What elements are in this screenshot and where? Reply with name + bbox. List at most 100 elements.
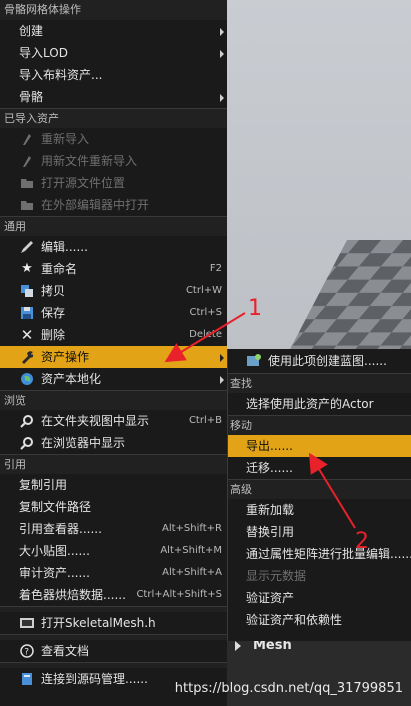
section-header: 查找 bbox=[228, 373, 411, 393]
menu-item-shader-cook-stats[interactable]: 着色器烘焙数据...... Ctrl+Alt+Shift+S bbox=[0, 584, 227, 606]
shortcut-label: Ctrl+Alt+Shift+S bbox=[136, 589, 222, 600]
menu-item-label: 保存 bbox=[41, 306, 66, 320]
shortcut-label: Alt+Shift+R bbox=[162, 523, 222, 534]
menu-item-create-blueprint[interactable]: 使用此项创建蓝图...... bbox=[228, 349, 411, 373]
menu-item-bulk-edit-property-matrix[interactable]: 通过属性矩阵进行批量编辑...... bbox=[228, 543, 411, 565]
menu-item-label: 导出...... bbox=[246, 439, 293, 453]
menu-item-open-source-location[interactable]: 打开源文件位置 bbox=[0, 172, 227, 194]
menu-item-rename[interactable]: ★ 重命名 F2 bbox=[0, 258, 227, 280]
shortcut-label: Ctrl+W bbox=[185, 285, 222, 296]
magnifier-icon bbox=[19, 413, 35, 429]
menu-item-label: 打开SkeletalMesh.h bbox=[41, 616, 156, 630]
menu-item-import-lod[interactable]: 导入LOD bbox=[0, 42, 227, 64]
menu-item-copy-reference[interactable]: 复制引用 bbox=[0, 474, 227, 496]
menu-item-label: 在浏览器中显示 bbox=[41, 436, 126, 450]
rename-icon: ★ bbox=[21, 261, 33, 276]
shortcut-label: Alt+Shift+M bbox=[160, 545, 222, 556]
menu-item-duplicate[interactable]: 拷贝 Ctrl+W bbox=[0, 280, 227, 302]
menu-item-label: 重新加载 bbox=[246, 503, 295, 517]
folder-icon bbox=[19, 175, 35, 191]
menu-item-label: 导入布料资产... bbox=[19, 68, 103, 82]
menu-item-reimport-new-file[interactable]: 用新文件重新导入 bbox=[0, 150, 227, 172]
menu-item-label: 创建 bbox=[19, 24, 44, 38]
duplicate-icon bbox=[19, 283, 35, 299]
svg-text:?: ? bbox=[24, 648, 29, 658]
menu-item-label: 复制文件路径 bbox=[19, 500, 92, 514]
asset-context-menu: 骨骼网格体操作 创建 导入LOD 导入布料资产... 骨骼 已导入资产 重新导入… bbox=[0, 0, 227, 706]
shortcut-label: Delete bbox=[189, 329, 222, 340]
section-header: 通用 bbox=[0, 216, 227, 236]
section-header: 骨骼网格体操作 bbox=[0, 0, 227, 20]
menu-item-label: 重新导入 bbox=[41, 132, 90, 146]
menu-item-label: 大小贴图...... bbox=[19, 544, 90, 558]
shortcut-label: Ctrl+S bbox=[189, 307, 222, 318]
save-icon bbox=[19, 305, 35, 321]
section-header: 浏览 bbox=[0, 390, 227, 410]
asset-actions-submenu: 使用此项创建蓝图...... 查找 选择使用此资产的Actor 移动 导出...… bbox=[227, 349, 411, 641]
shortcut-label: Ctrl+B bbox=[188, 415, 222, 426]
globe-icon bbox=[19, 371, 35, 387]
magnifier-icon bbox=[19, 435, 35, 451]
menu-item-label: 重命名 bbox=[41, 262, 78, 276]
menu-item-export[interactable]: 导出...... bbox=[228, 435, 411, 457]
menu-item-replace-references[interactable]: 替换引用 bbox=[228, 521, 411, 543]
wrench-icon bbox=[19, 349, 35, 365]
menu-item-label: 连接到源码管理...... bbox=[41, 672, 148, 686]
menu-item-reload[interactable]: 重新加载 bbox=[228, 499, 411, 521]
edit-icon bbox=[19, 239, 35, 255]
external-editor-icon bbox=[19, 197, 35, 213]
menu-item-reimport[interactable]: 重新导入 bbox=[0, 128, 227, 150]
menu-item-validate-asset[interactable]: 验证资产 bbox=[228, 587, 411, 609]
menu-item-label: 删除 bbox=[41, 328, 66, 342]
section-header: 移动 bbox=[228, 415, 411, 435]
menu-item-label: 查看文档 bbox=[41, 644, 90, 658]
shortcut-label: Alt+Shift+A bbox=[162, 567, 222, 578]
menu-item-size-map[interactable]: 大小贴图...... Alt+Shift+M bbox=[0, 540, 227, 562]
menu-item-label: 审计资产...... bbox=[19, 566, 90, 580]
menu-item-open-external-editor[interactable]: 在外部编辑器中打开 bbox=[0, 194, 227, 216]
menu-item-label: 拷贝 bbox=[41, 284, 66, 298]
menu-item-asset-actions[interactable]: 资产操作 bbox=[0, 346, 227, 368]
menu-item-create[interactable]: 创建 bbox=[0, 20, 227, 42]
menu-item-view-documentation[interactable]: ? 查看文档 bbox=[0, 640, 227, 662]
menu-item-label: 验证资产和依赖性 bbox=[246, 613, 343, 627]
menu-item-label: 在外部编辑器中打开 bbox=[41, 198, 150, 212]
menu-item-delete[interactable]: ✕ 删除 Delete bbox=[0, 324, 227, 346]
menu-item-label: 替换引用 bbox=[246, 525, 295, 539]
section-header: 已导入资产 bbox=[0, 108, 227, 128]
expand-arrow-icon[interactable] bbox=[235, 641, 241, 651]
menu-item-migrate[interactable]: 迁移...... bbox=[228, 457, 411, 479]
code-icon bbox=[19, 615, 35, 631]
menu-item-copy-file-path[interactable]: 复制文件路径 bbox=[0, 496, 227, 518]
menu-item-asset-localization[interactable]: 资产本地化 bbox=[0, 368, 227, 390]
submenu-arrow-icon bbox=[220, 354, 224, 362]
menu-item-label: 导入LOD bbox=[19, 46, 68, 60]
menu-item-label: 验证资产 bbox=[246, 591, 295, 605]
submenu-arrow-icon bbox=[220, 50, 224, 58]
menu-item-edit[interactable]: 编辑...... bbox=[0, 236, 227, 258]
menu-item-label: 编辑...... bbox=[41, 240, 88, 254]
menu-item-label: 迁移...... bbox=[246, 461, 293, 475]
menu-item-label: 通过属性矩阵进行批量编辑...... bbox=[246, 547, 411, 561]
menu-item-reference-viewer[interactable]: 引用查看器...... Alt+Shift+R bbox=[0, 518, 227, 540]
menu-item-validate-asset-dependencies[interactable]: 验证资产和依赖性 bbox=[228, 609, 411, 631]
menu-item-open-header[interactable]: 打开SkeletalMesh.h bbox=[0, 612, 227, 634]
reimport-icon bbox=[19, 131, 35, 147]
menu-item-audit-assets[interactable]: 审计资产...... Alt+Shift+A bbox=[0, 562, 227, 584]
submenu-arrow-icon bbox=[220, 94, 224, 102]
submenu-arrow-icon bbox=[220, 28, 224, 36]
submenu-arrow-icon bbox=[220, 376, 224, 384]
menu-item-save[interactable]: 保存 Ctrl+S bbox=[0, 302, 227, 324]
menu-item-skeleton[interactable]: 骨骼 bbox=[0, 86, 227, 108]
menu-item-label: 资产操作 bbox=[41, 350, 90, 364]
menu-item-label: 选择使用此资产的Actor bbox=[246, 397, 374, 411]
watermark: https://blog.csdn.net/qq_31799851 bbox=[174, 681, 403, 696]
menu-item-show-in-browser[interactable]: 在浏览器中显示 bbox=[0, 432, 227, 454]
menu-item-show-metadata[interactable]: 显示元数据 bbox=[228, 565, 411, 587]
menu-item-show-in-folder-view[interactable]: 在文件夹视图中显示 Ctrl+B bbox=[0, 410, 227, 432]
section-header: 高级 bbox=[228, 479, 411, 499]
menu-item-label: 引用查看器...... bbox=[19, 522, 102, 536]
blueprint-icon bbox=[246, 352, 262, 368]
menu-item-select-actors[interactable]: 选择使用此资产的Actor bbox=[228, 393, 411, 415]
menu-item-import-cloth[interactable]: 导入布料资产... bbox=[0, 64, 227, 86]
